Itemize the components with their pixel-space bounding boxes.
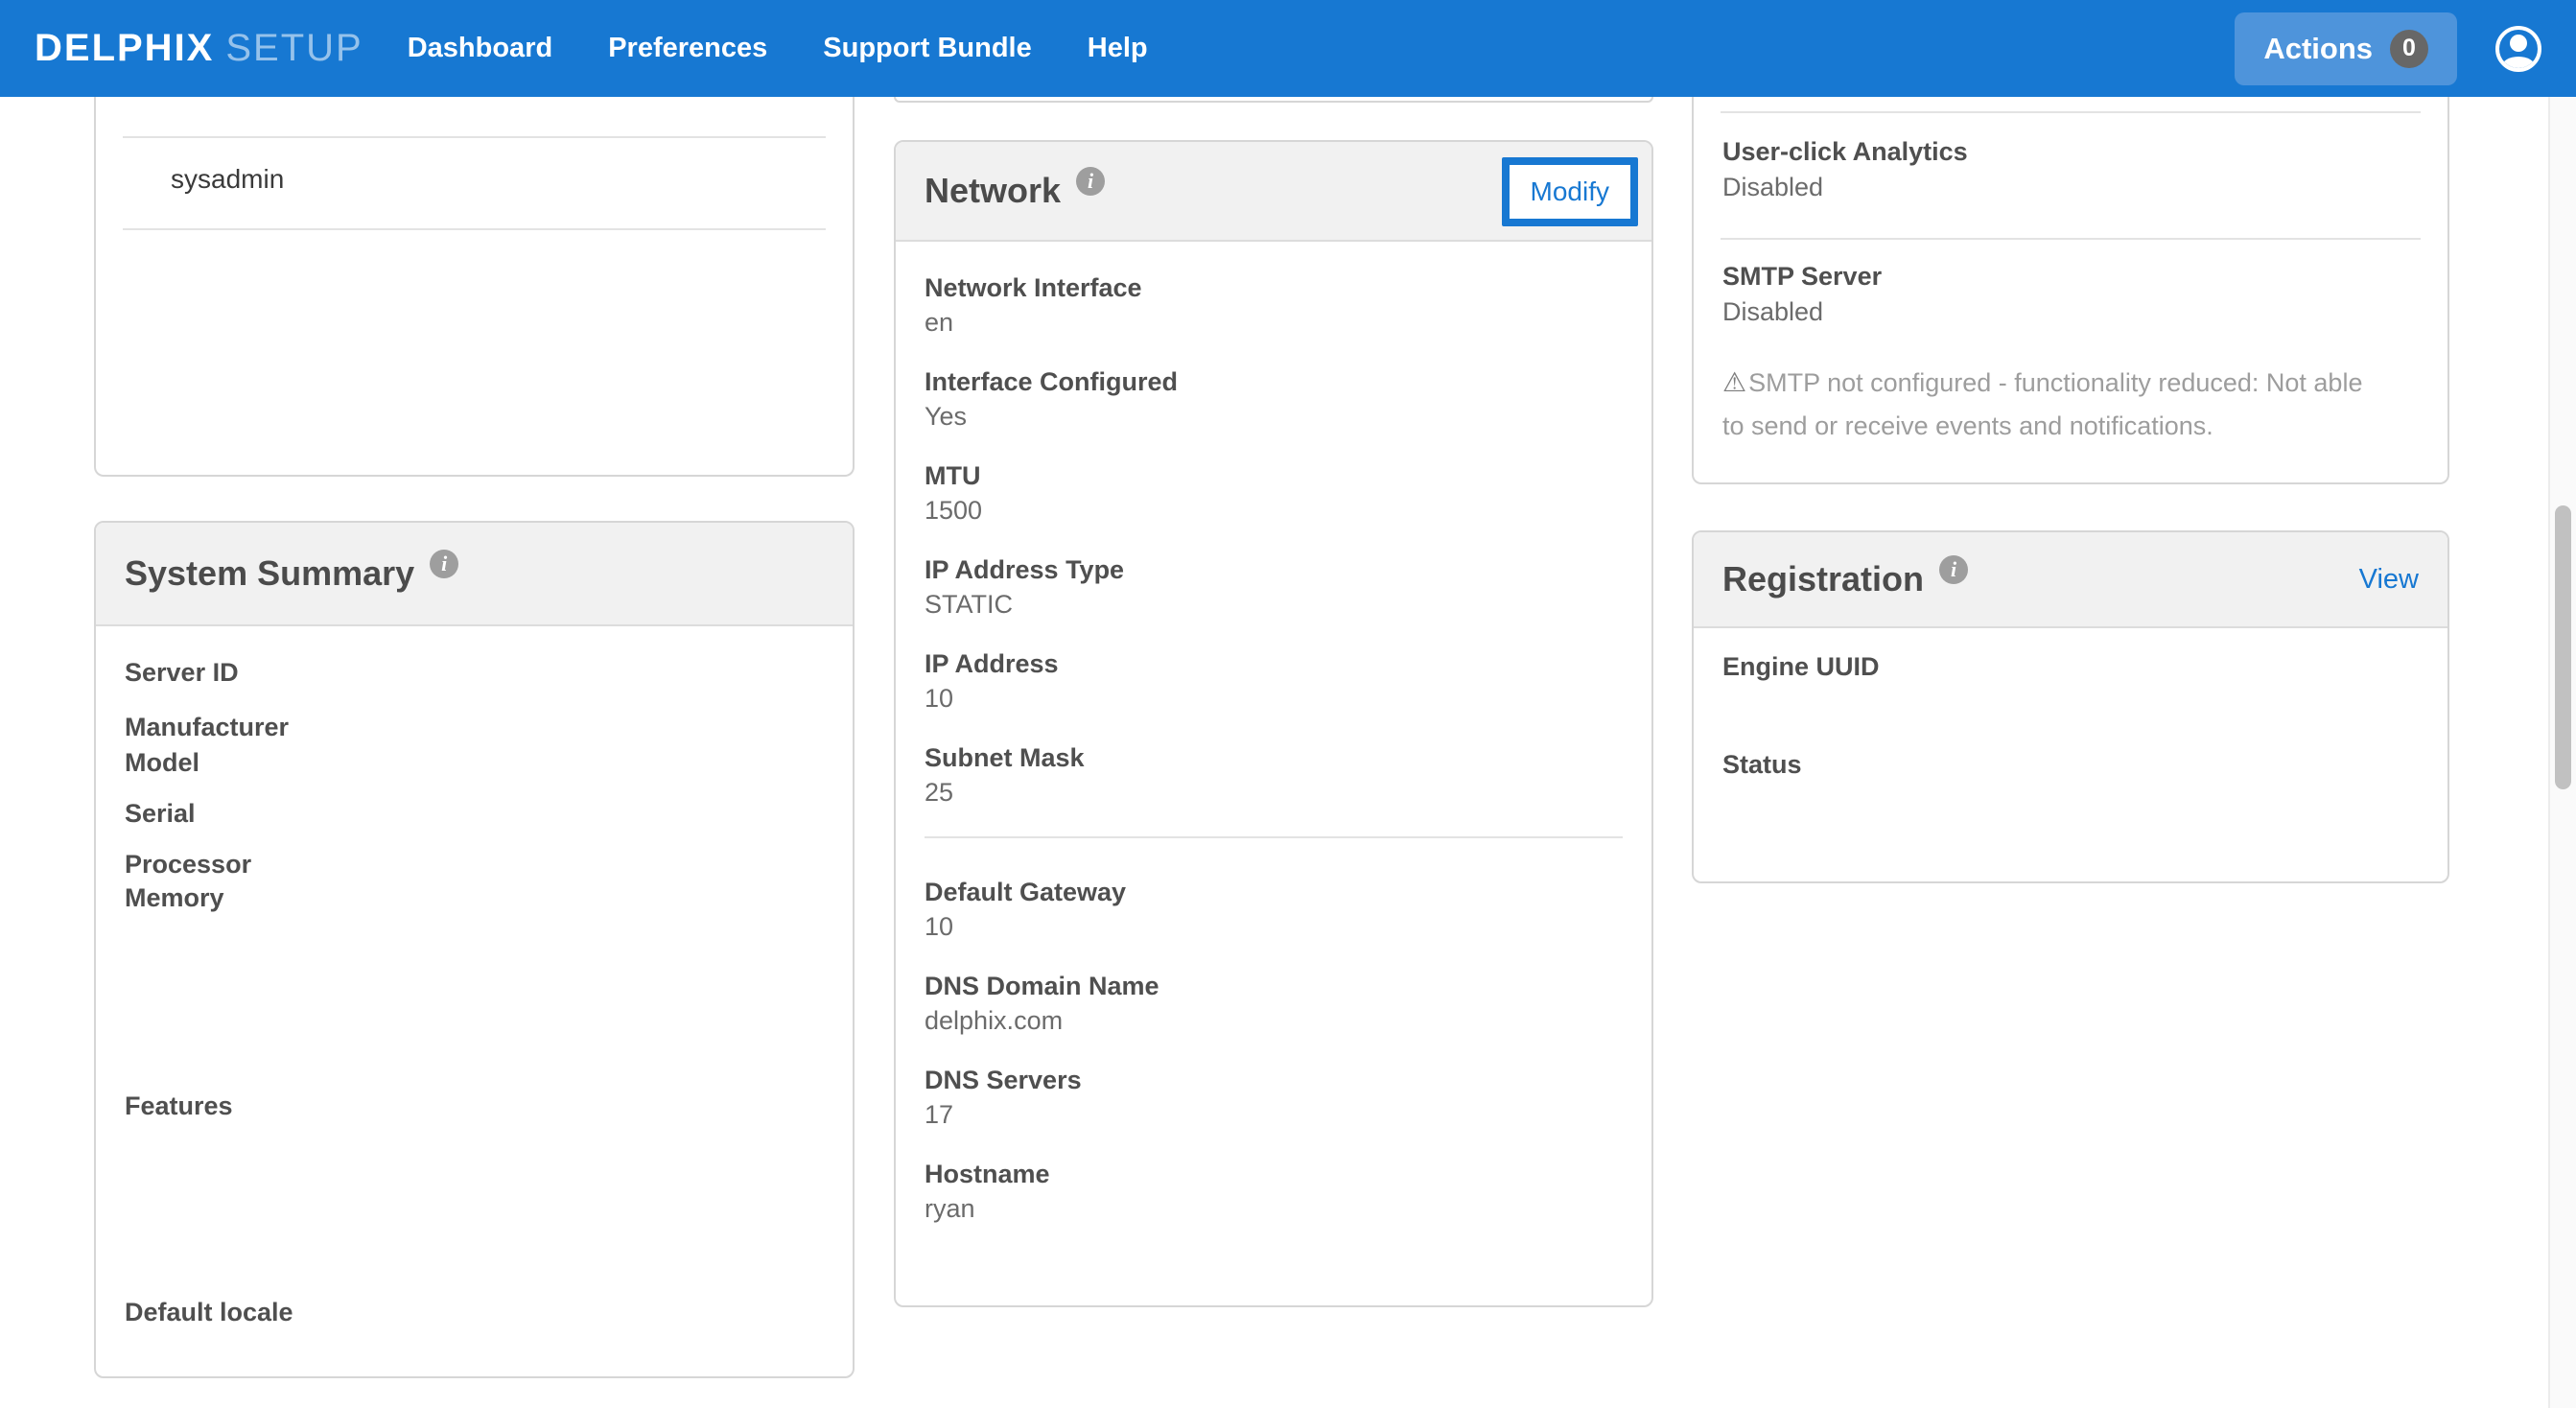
field-label: Default Gateway (925, 875, 1623, 909)
actions-count-badge: 0 (2390, 30, 2428, 68)
field-ip-address: IP Address 10 (925, 646, 1623, 716)
status-card: User-click Analytics Disabled SMTP Serve… (1692, 97, 2449, 484)
nav-menu: Dashboard Preferences Support Bundle Hel… (408, 33, 1204, 64)
field-interface-configured: Interface Configured Yes (925, 364, 1623, 434)
network-card: Network i Modify Network Interface en In… (894, 140, 1653, 1307)
field-value: ryan (925, 1191, 1623, 1226)
label-serial: Serial (125, 799, 196, 829)
field-hostname: Hostname ryan (925, 1157, 1623, 1226)
field-value: 10 (925, 909, 1623, 944)
nav-item-help[interactable]: Help (1088, 33, 1148, 64)
delphix-setup-screen: DELPHIX SETUP Dashboard Preferences Supp… (0, 0, 2576, 1408)
network-card-title: Network (925, 171, 1061, 211)
info-icon[interactable]: i (430, 550, 458, 578)
actions-button-label: Actions (2263, 32, 2373, 66)
field-label: Network Interface (925, 270, 1623, 305)
nav-item-dashboard[interactable]: Dashboard (408, 33, 552, 64)
field-value: 1500 (925, 493, 1623, 528)
system-summary-card: System Summary i Server ID Manufacturer … (94, 521, 855, 1378)
registration-card: Registration i View Engine UUID Status (1692, 530, 2449, 883)
brand-secondary: SETUP (225, 27, 363, 70)
field-label: DNS Domain Name (925, 969, 1623, 1003)
label-default-locale: Default locale (125, 1298, 293, 1327)
field-label: IP Address Type (925, 552, 1623, 587)
user-avatar-icon[interactable] (2495, 26, 2541, 72)
registration-body: Engine UUID Status (1694, 628, 2447, 881)
label-memory: Memory (125, 883, 224, 913)
field-value: 17 (925, 1097, 1623, 1132)
field-label: MTU (925, 458, 1623, 493)
users-card: sysadmin (94, 97, 855, 477)
field-subnet-mask: Subnet Mask 25 (925, 740, 1623, 810)
info-icon[interactable]: i (1939, 555, 1968, 584)
network-card-body: Network Interface en Interface Configure… (896, 242, 1651, 1226)
field-default-gateway: Default Gateway 10 (925, 875, 1623, 944)
warning-text-line1: SMTP not configured - functionality redu… (1748, 368, 2362, 397)
scrollbar-thumb[interactable] (2555, 505, 2571, 789)
value-user-click-analytics: Disabled (1722, 173, 1823, 202)
scrollbar[interactable] (2548, 97, 2576, 1408)
field-network-interface: Network Interface en (925, 270, 1623, 340)
label-engine-uuid: Engine UUID (1722, 652, 1880, 682)
warning-text-line2: to send or receive events and notificati… (1722, 411, 2213, 440)
field-mtu: MTU 1500 (925, 458, 1623, 528)
label-smtp-server: SMTP Server (1722, 262, 1882, 292)
field-value: Yes (925, 399, 1623, 434)
modify-button[interactable]: Modify (1502, 157, 1638, 226)
field-dns-domain-name: DNS Domain Name delphix.com (925, 969, 1623, 1038)
value-smtp-server: Disabled (1722, 297, 1823, 327)
brand-primary: DELPHIX (35, 27, 214, 70)
avatar-head-shape (2510, 35, 2527, 52)
divider (123, 228, 826, 230)
label-user-click-analytics: User-click Analytics (1722, 137, 1968, 167)
field-value: delphix.com (925, 1003, 1623, 1038)
system-summary-header: System Summary i (96, 523, 853, 626)
field-value: 10 (925, 681, 1623, 716)
field-label: DNS Servers (925, 1063, 1623, 1097)
label-server-id: Server ID (125, 658, 239, 688)
system-summary-title: System Summary (125, 553, 414, 594)
field-label: Interface Configured (925, 364, 1623, 399)
registration-title: Registration (1722, 559, 1924, 599)
divider (925, 836, 1623, 838)
avatar-shoulders-shape (2502, 57, 2535, 72)
label-status: Status (1722, 750, 1802, 780)
smtp-warning-message: ⚠SMTP not configured - functionality red… (1722, 361, 2403, 448)
user-list-item-sysadmin[interactable]: sysadmin (171, 164, 284, 195)
field-label: IP Address (925, 646, 1623, 681)
field-value: en (925, 305, 1623, 340)
field-value: STATIC (925, 587, 1623, 622)
label-model: Model (125, 748, 199, 778)
field-value: 25 (925, 775, 1623, 810)
divider (1721, 238, 2421, 240)
top-nav-bar: DELPHIX SETUP Dashboard Preferences Supp… (0, 0, 2576, 97)
label-processor: Processor (125, 850, 251, 880)
system-summary-body: Server ID Manufacturer Model Serial Proc… (96, 626, 853, 1378)
actions-button[interactable]: Actions 0 (2235, 12, 2457, 85)
nav-item-preferences[interactable]: Preferences (608, 33, 767, 64)
divider (123, 136, 826, 138)
network-card-header: Network i Modify (896, 142, 1651, 242)
info-icon[interactable]: i (1076, 167, 1105, 196)
registration-header: Registration i View (1694, 532, 2447, 628)
label-features: Features (125, 1091, 233, 1121)
field-ip-address-type: IP Address Type STATIC (925, 552, 1623, 622)
nav-right-group: Actions 0 (2235, 12, 2541, 85)
delphix-setup-logo: DELPHIX SETUP (35, 27, 363, 70)
field-dns-servers: DNS Servers 17 (925, 1063, 1623, 1132)
cutoff-card-bottom-edge (894, 97, 1653, 103)
label-manufacturer: Manufacturer (125, 713, 289, 742)
divider (1721, 111, 2421, 113)
field-label: Subnet Mask (925, 740, 1623, 775)
field-label: Hostname (925, 1157, 1623, 1191)
warning-icon: ⚠ (1722, 367, 1746, 397)
view-link[interactable]: View (2359, 564, 2419, 596)
nav-item-support-bundle[interactable]: Support Bundle (823, 33, 1031, 64)
